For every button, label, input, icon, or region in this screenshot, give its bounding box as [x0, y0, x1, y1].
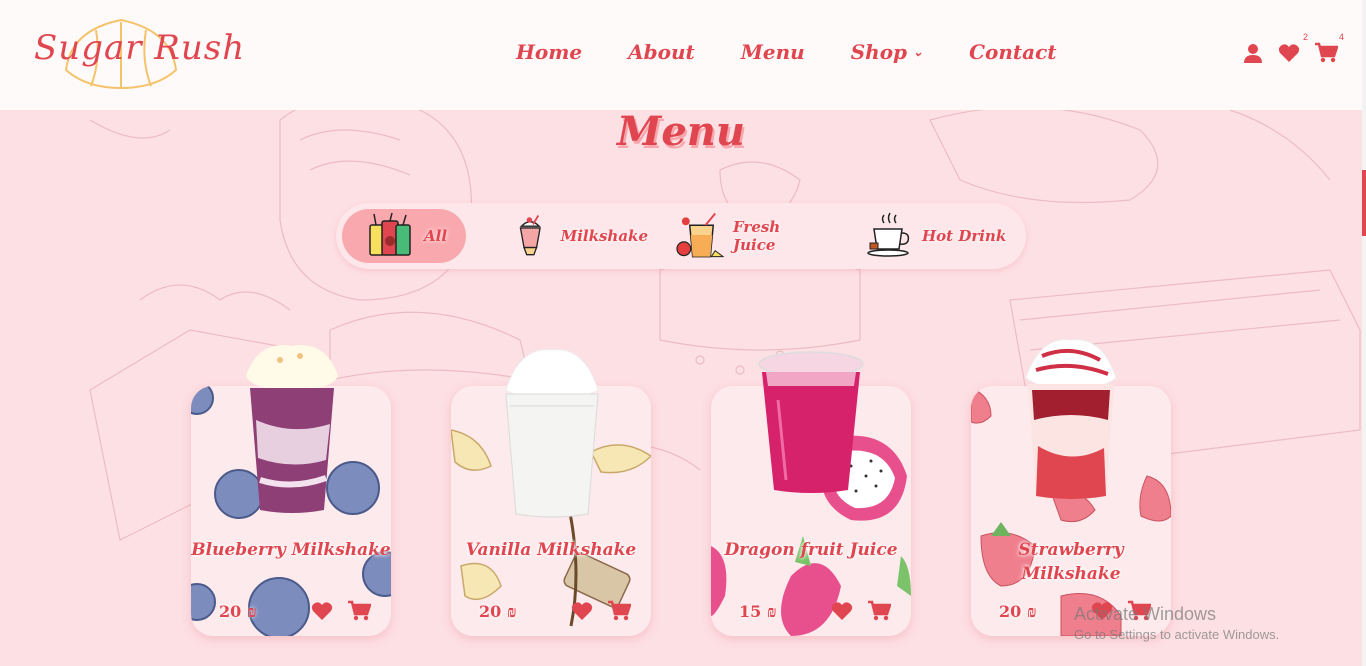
- product-footer: 20 ₪: [451, 600, 651, 624]
- filter-fresh-juice-label: Fresh Juice: [733, 218, 781, 254]
- cart-icon: [608, 600, 631, 621]
- blueberry-milkshake-image: [246, 345, 338, 513]
- cart-icon: [868, 600, 891, 621]
- nav-contact[interactable]: Contact: [969, 40, 1056, 64]
- add-to-cart-button[interactable]: [347, 600, 371, 622]
- product-price: 20 ₪: [479, 602, 517, 621]
- page-scrollbar[interactable]: [1362, 0, 1366, 666]
- nav-shop-label: Shop: [850, 40, 908, 64]
- nav-menu-label: Menu: [740, 40, 805, 64]
- user-icon[interactable]: [1242, 42, 1264, 64]
- strawberry-milkshake-image: [1025, 339, 1117, 499]
- nav-menu[interactable]: Menu: [741, 40, 805, 64]
- product-name: Blueberry Milkshake: [191, 540, 391, 560]
- cart-icon: [348, 600, 371, 621]
- scrollbar-thumb[interactable]: [1362, 170, 1366, 236]
- milkshake-icon: [519, 215, 541, 256]
- header-actions: 2 4: [1242, 32, 1344, 64]
- filter-hot-drink-label: Hot Drink: [922, 227, 1007, 245]
- cart-count: 4: [1338, 32, 1344, 42]
- product-footer: 15 ₪: [711, 600, 911, 624]
- watermark-subtitle: Go to Settings to activate Windows.: [1074, 627, 1280, 642]
- category-filter-bar: All Milkshake Fresh Juice Hot Drink: [336, 203, 1026, 269]
- filter-milkshake[interactable]: Milkshake: [508, 209, 648, 263]
- nav-shop[interactable]: Shop ⌄: [851, 40, 923, 64]
- add-to-cart-button[interactable]: [607, 600, 631, 622]
- product-footer: 20 ₪: [191, 600, 391, 624]
- nav-home[interactable]: Home: [516, 40, 582, 64]
- windows-activation-watermark: Activate Windows Go to Settings to activ…: [1074, 604, 1279, 642]
- product-name: Strawberry Milkshake: [1018, 540, 1124, 584]
- filter-hot-drink[interactable]: Hot Drink: [864, 209, 1014, 263]
- watermark-title: Activate Windows: [1074, 604, 1217, 624]
- wishlist-button[interactable]: 2: [1278, 32, 1308, 64]
- vanilla-milkshake-image: [505, 349, 599, 518]
- add-to-favorites-button[interactable]: [571, 600, 593, 622]
- wishlist-count: 2: [1302, 32, 1308, 42]
- nav-about-label: About: [628, 40, 695, 64]
- add-to-favorites-button[interactable]: [311, 600, 333, 622]
- cart-button[interactable]: 4: [1314, 32, 1344, 64]
- heart-icon: [831, 602, 853, 620]
- add-to-favorites-button[interactable]: [831, 600, 853, 622]
- add-to-cart-button[interactable]: [867, 600, 891, 622]
- product-price: 20 ₪: [999, 602, 1037, 621]
- product-price: 15 ₪: [739, 602, 777, 621]
- filter-fresh-juice[interactable]: Fresh Juice: [676, 209, 826, 263]
- heart-icon: [311, 602, 333, 620]
- heart-icon: [571, 602, 593, 620]
- nav-about[interactable]: About: [628, 40, 695, 64]
- brand-logo[interactable]: Sugar Rush: [34, 28, 245, 68]
- heart-icon: [1278, 44, 1300, 62]
- product-name: Dragon fruit Juice: [724, 540, 898, 560]
- filter-milkshake-label: Milkshake: [560, 227, 648, 245]
- nav-home-label: Home: [516, 40, 583, 64]
- nav-contact-label: Contact: [969, 40, 1057, 64]
- drinks-icon: [369, 212, 411, 256]
- filter-all-label: All: [424, 227, 448, 245]
- juice-icon: [676, 212, 725, 258]
- product-name: Vanilla Milkshake: [465, 540, 637, 560]
- product-price: 20 ₪: [219, 602, 257, 621]
- cart-icon: [1315, 42, 1339, 63]
- filter-all[interactable]: All: [342, 209, 466, 263]
- chevron-down-icon: ⌄: [913, 45, 924, 59]
- main-nav: Home About Menu Shop ⌄ Contact: [516, 40, 1103, 64]
- page-title: Menu: [617, 108, 745, 155]
- coffee-cup-icon: [867, 212, 910, 257]
- dragon-fruit-juice-image: [758, 351, 864, 493]
